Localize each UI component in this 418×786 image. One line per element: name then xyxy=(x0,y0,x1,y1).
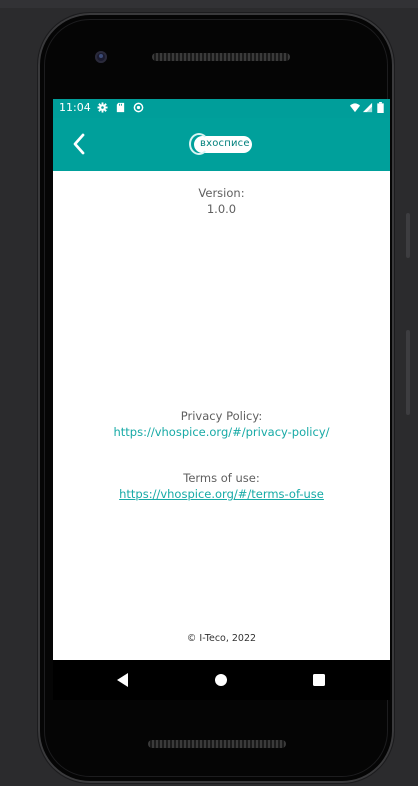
nav-recents-button[interactable] xyxy=(309,670,329,690)
signal-icon xyxy=(362,102,373,113)
version-label: Version: xyxy=(198,186,245,200)
version-value: 1.0.0 xyxy=(206,202,237,216)
chevron-left-icon xyxy=(73,133,85,155)
terms-of-use-label: Terms of use: xyxy=(183,471,260,485)
front-camera-icon xyxy=(95,51,107,63)
app-logo: вхосписе xyxy=(189,133,254,155)
status-time: 11:04 xyxy=(59,101,91,114)
nav-home-button[interactable] xyxy=(211,670,231,690)
volume-button xyxy=(406,213,410,258)
top-speaker-grille xyxy=(152,53,290,61)
status-bar: 11:04 xyxy=(53,99,390,118)
ide-toolbar-strip xyxy=(0,0,418,8)
bottom-speaker-grille xyxy=(148,740,286,748)
app-bar: вхосписе xyxy=(53,118,390,171)
system-navigation-bar xyxy=(53,660,390,700)
gear-icon xyxy=(97,102,108,113)
power-button xyxy=(406,330,410,415)
sync-icon xyxy=(133,102,144,113)
wifi-icon xyxy=(349,103,361,113)
privacy-policy-label: Privacy Policy: xyxy=(180,409,263,423)
terms-of-use-link[interactable]: https://vhospice.org/#/terms-of-use xyxy=(53,487,390,501)
logo-text: вхосписе xyxy=(200,138,250,149)
app-screen: 11:04 вхосписе Version: 1.0.0 Privacy Po… xyxy=(53,99,390,660)
copyright-text: © I-Teco, 2022 xyxy=(186,633,257,644)
privacy-policy-link[interactable]: https://vhospice.org/#/privacy-policy/ xyxy=(53,425,390,439)
recents-square-icon xyxy=(313,674,325,686)
sd-card-icon xyxy=(116,102,125,113)
back-button[interactable] xyxy=(65,128,95,160)
battery-icon xyxy=(377,102,384,113)
nav-back-button[interactable] xyxy=(113,670,133,690)
home-circle-icon xyxy=(215,674,227,686)
back-triangle-icon xyxy=(117,673,128,687)
